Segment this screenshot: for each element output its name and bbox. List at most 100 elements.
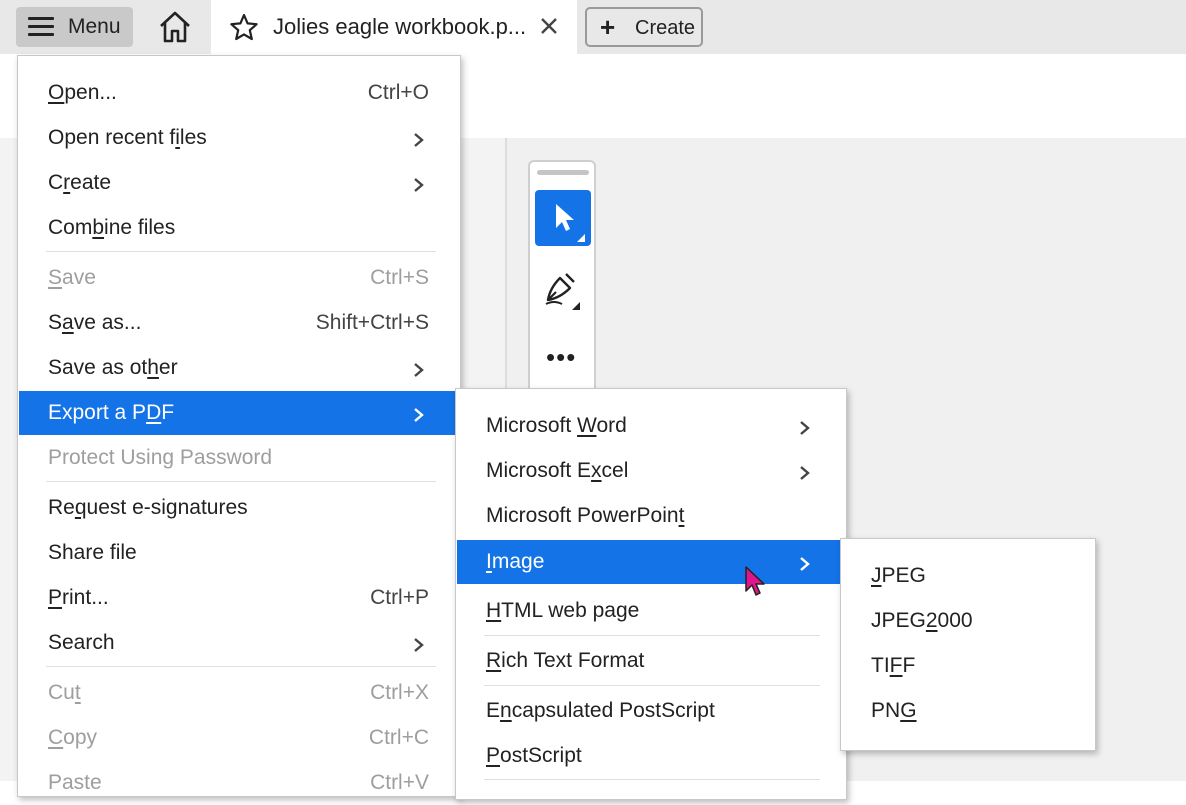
document-tab[interactable]: Jolies eagle workbook.p...	[211, 0, 577, 54]
menu-item-label: TIFF	[871, 654, 916, 677]
menu-item-paste: Paste Ctrl+V	[19, 761, 457, 805]
menu-item-encapsulated-postscript[interactable]: Encapsulated PostScript	[457, 689, 843, 733]
menu-item-request-e-signatures[interactable]: Request e-signatures	[19, 486, 457, 530]
drag-handle[interactable]	[537, 170, 589, 175]
menu-item-shortcut: Ctrl+S	[370, 266, 429, 289]
menu-item-label: Open recent files	[48, 126, 207, 149]
menu-item-label: Print...	[48, 586, 109, 609]
menu-item-export-a-pdf[interactable]: Export a PDF	[19, 391, 457, 435]
menu-separator	[484, 779, 820, 780]
more-tools-icon[interactable]: •••	[546, 342, 576, 373]
menu-item-label: Export a PDF	[48, 401, 175, 424]
menu-item-label: Microsoft PowerPoint	[486, 504, 685, 527]
menu-item-save-as[interactable]: Save as... Shift+Ctrl+S	[19, 301, 457, 345]
menu-item-label: Protect Using Password	[48, 446, 273, 469]
menu-item-tiff[interactable]: TIFF	[842, 644, 1092, 688]
menu-button-label: Menu	[68, 15, 121, 38]
menu-item-label: PostScript	[486, 744, 582, 767]
menu-item-label: Open...	[48, 81, 117, 104]
image-submenu: JPEG JPEG2000 TIFF PNG	[840, 538, 1096, 751]
menu-item-label: HTML web page	[486, 599, 640, 622]
menu-item-label: Rich Text Format	[486, 649, 645, 672]
create-button-label: Create	[635, 17, 696, 39]
menu-item-label: Copy	[48, 726, 98, 749]
menu-item-postscript[interactable]: PostScript	[457, 734, 843, 778]
menu-item-shortcut: Shift+Ctrl+S	[315, 311, 429, 334]
menu-separator	[46, 666, 436, 667]
menu-item-combine-files[interactable]: Combine files	[19, 206, 457, 250]
create-button[interactable]: + Create	[585, 7, 703, 47]
menu-item-open[interactable]: Open... Ctrl+O	[19, 71, 457, 115]
chevron-right-icon	[414, 638, 424, 652]
menu-item-microsoft-powerpoint[interactable]: Microsoft PowerPoint	[457, 494, 843, 538]
menu-item-label: JPEG	[871, 564, 926, 587]
chevron-right-icon	[800, 466, 810, 480]
menu-item-shortcut: Ctrl+O	[367, 81, 429, 104]
document-tab-title: Jolies eagle workbook.p...	[273, 14, 527, 39]
menu-separator	[46, 481, 436, 482]
chevron-right-icon	[414, 178, 424, 192]
menu-item-save-as-other[interactable]: Save as other	[19, 346, 457, 390]
menu-item-open-recent-files[interactable]: Open recent files	[19, 116, 457, 160]
mouse-pointer-icon	[745, 566, 765, 596]
plus-icon: +	[600, 12, 616, 42]
menu-item-jpeg[interactable]: JPEG	[842, 554, 1092, 598]
menu-item-label: Request e-signatures	[48, 496, 248, 519]
home-icon	[160, 11, 190, 43]
select-tool-button[interactable]	[535, 190, 591, 246]
menu-item-label: Microsoft Excel	[486, 459, 629, 482]
menu-item-label: Microsoft Word	[486, 414, 627, 437]
menu-item-html-web-page[interactable]: HTML web page	[457, 589, 843, 633]
menu-item-protect-using-password: Protect Using Password	[19, 436, 457, 480]
menu-separator	[46, 251, 436, 252]
draw-tool-button[interactable]	[542, 270, 584, 317]
menu-item-microsoft-word[interactable]: Microsoft Word	[457, 404, 843, 448]
menu-item-label: Image	[486, 550, 545, 573]
menu-separator	[484, 635, 820, 636]
menu-item-print[interactable]: Print... Ctrl+P	[19, 576, 457, 620]
menu-item-label: Cut	[48, 681, 81, 704]
menu-item-shortcut: Ctrl+X	[370, 681, 429, 704]
chevron-right-icon	[414, 408, 424, 422]
cursor-arrow-icon	[556, 204, 585, 242]
menu-item-label: Create	[48, 171, 112, 194]
menu-item-label: Combine files	[48, 216, 176, 239]
export-pdf-submenu: Microsoft Word Microsoft Excel Microsoft P…	[455, 388, 847, 800]
menu-item-create[interactable]: Create	[19, 161, 457, 205]
hamburger-icon	[28, 17, 54, 37]
menu-item-jpeg2000[interactable]: JPEG2000	[842, 599, 1092, 643]
pen-icon	[545, 273, 580, 310]
menu-item-png[interactable]: PNG	[842, 689, 1092, 733]
chevron-right-icon	[414, 363, 424, 377]
menu-item-label: Save as...	[48, 311, 142, 334]
menu-item-rich-text-format[interactable]: Rich Text Format	[457, 639, 843, 683]
menu-item-label: Paste	[48, 771, 102, 794]
menu-item-label: Share file	[48, 541, 137, 564]
chevron-right-icon	[414, 133, 424, 147]
menu-item-microsoft-excel[interactable]: Microsoft Excel	[457, 449, 843, 493]
chevron-right-icon	[800, 421, 810, 435]
menu-item-label: Search	[48, 631, 115, 654]
close-icon[interactable]	[538, 15, 560, 37]
menu-item-shortcut: Ctrl+P	[370, 586, 429, 609]
quick-tools-bar: •••	[528, 160, 596, 400]
menu-item-share-file[interactable]: Share file	[19, 531, 457, 575]
menu-item-search[interactable]: Search	[19, 621, 457, 665]
menu-item-image[interactable]: Image	[457, 540, 843, 584]
menu-item-label: Save as other	[48, 356, 178, 379]
menu-item-copy: Copy Ctrl+C	[19, 716, 457, 760]
menu-item-label: Encapsulated PostScript	[486, 699, 715, 722]
main-menu: Open... Ctrl+O Open recent files Create Comb…	[17, 55, 461, 797]
menu-item-label: Save	[48, 266, 96, 289]
menu-separator	[484, 685, 820, 686]
menu-item-save: Save Ctrl+S	[19, 256, 457, 300]
chevron-right-icon	[800, 557, 810, 571]
menu-item-cut: Cut Ctrl+X	[19, 671, 457, 715]
menu-button[interactable]: Menu	[16, 7, 133, 47]
tab-bar: Menu Jolies eagle workbook.p... + Create	[0, 0, 1186, 54]
menu-item-label: JPEG2000	[871, 609, 973, 632]
menu-item-label: PNG	[871, 699, 917, 722]
star-icon[interactable]	[229, 13, 259, 41]
home-button[interactable]	[157, 10, 193, 44]
menu-item-shortcut: Ctrl+V	[370, 771, 429, 794]
